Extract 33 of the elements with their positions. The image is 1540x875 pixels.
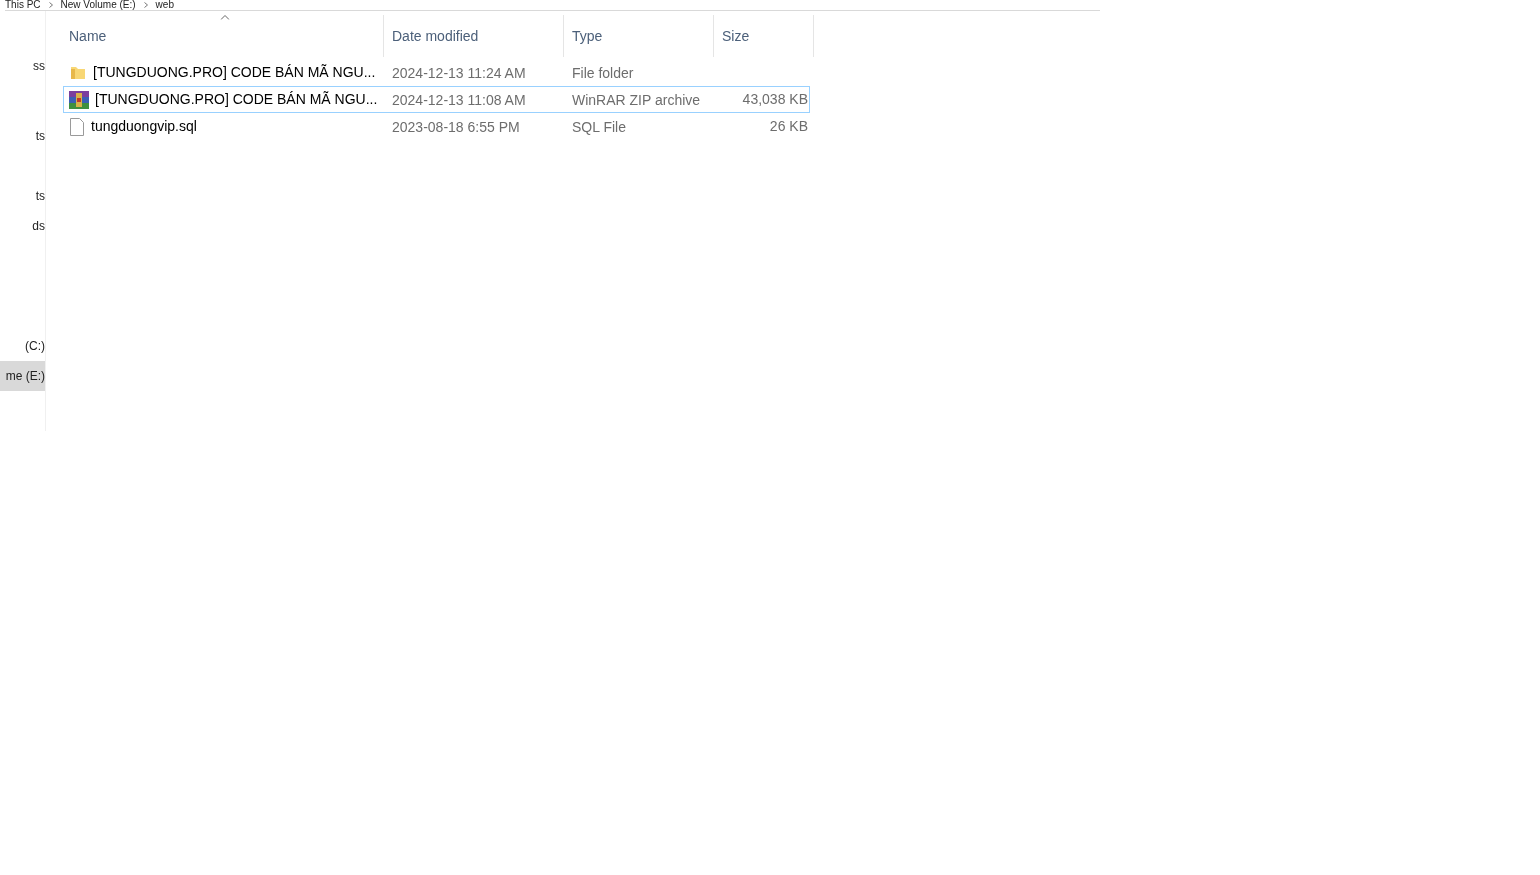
file-row[interactable]: tungduongvip.sql 2023-08-18 6:55 PM SQL File 26 KB [63,113,810,140]
nav-item[interactable]: (C:) [0,331,45,361]
nav-item[interactable]: me (E:) [0,361,45,391]
file-row[interactable]: [TUNGDUONG.PRO] CODE BÁN MÃ NGU... 2024-12-13 11:08 AM WinRAR ZIP archive 43,038 KB [63,86,810,113]
date-modified: 2023-08-18 6:55 PM [392,118,520,135]
sort-caret-icon [220,15,229,20]
breadcrumb-item[interactable]: This PC [5,0,41,10]
breadcrumb-item[interactable]: New Volume (E:) [60,0,136,10]
folder-icon [69,64,87,81]
archive-icon [69,90,89,109]
file-type: File folder [572,64,634,81]
file-type: WinRAR ZIP archive [572,91,701,108]
column-header[interactable]: Size [714,15,814,57]
file-name: [TUNGDUONG.PRO] CODE BÁN MÃ NGU... [95,90,378,109]
date-modified: 2024-12-13 11:08 AM [392,91,526,108]
date-modified: 2024-12-13 11:24 AM [392,64,526,81]
column-header[interactable]: Date modified [384,15,564,57]
chevron-icon [48,2,53,8]
file-row[interactable]: [TUNGDUONG.PRO] CODE BÁN MÃ NGU... 2024-12-13 11:24 AM File folder [63,59,810,86]
chevron-icon [143,2,148,8]
file-size: 43,038 KB [742,90,808,109]
nav-item[interactable]: ts [0,181,45,211]
column-header[interactable]: Type [564,15,714,57]
file-name: [TUNGDUONG.PRO] CODE BÁN MÃ NGU... [93,63,376,82]
column-header[interactable]: Name [66,15,384,57]
file-name: tungduongvip.sql [91,117,197,136]
nav-item[interactable]: ds [0,211,45,241]
file-icon [69,117,85,136]
file-type: SQL File [572,118,626,135]
breadcrumb-item[interactable]: web [155,0,174,10]
nav-item[interactable]: ts [0,121,45,151]
file-size: 26 KB [769,117,808,136]
nav-item[interactable]: ss [0,51,45,81]
